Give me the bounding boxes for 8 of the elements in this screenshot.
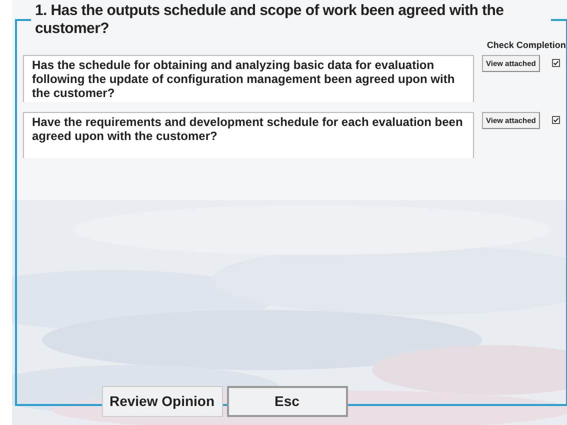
question-title: 1. Has the outputs schedule and scope of work been agreed with the customer? bbox=[35, 2, 505, 38]
checked-box-icon[interactable] bbox=[552, 116, 560, 124]
column-header: Check Completion bbox=[486, 39, 566, 52]
dialog-button[interactable]: Review Opinion bbox=[102, 386, 222, 417]
checked-box-icon[interactable] bbox=[552, 58, 560, 66]
question-text-box: Has the schedule for obtaining and analyzing basic data for evaluation following the update of configuration management been agreed upon with the customer? bbox=[23, 54, 474, 102]
dialog-button[interactable]: Esc bbox=[226, 386, 348, 417]
question-text-box: Have the requirements and development schedule for each evaluation been agreed upon with the customer? bbox=[23, 112, 474, 158]
